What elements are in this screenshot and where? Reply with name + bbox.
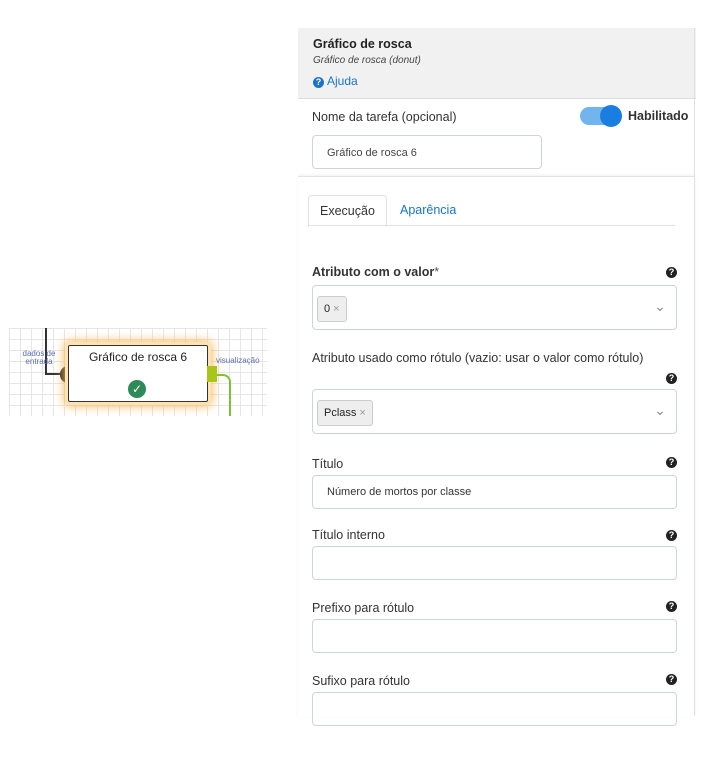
output-edge (217, 374, 231, 416)
label-attribute-select[interactable]: Pclass × ⌄ (312, 389, 677, 434)
tab-divider (308, 225, 675, 226)
task-name-input[interactable]: Gráfico de rosca 6 (312, 135, 542, 169)
title-input[interactable]: Número de mortos por classe (312, 475, 677, 509)
question-circle-icon[interactable]: ? (666, 457, 677, 468)
enabled-label: Habilitado (628, 109, 689, 123)
panel-header: Gráfico de rosca Gráfico de rosca (donut… (298, 28, 696, 99)
chevron-down-icon[interactable]: ⌄ (652, 402, 668, 418)
label-suffix-input[interactable] (312, 692, 677, 726)
check-circle-icon: ✓ (128, 380, 146, 398)
selected-chip: Pclass × (317, 400, 373, 426)
workflow-node[interactable]: Gráfico de rosca 6 ✓ (68, 345, 208, 402)
remove-chip-icon[interactable]: × (359, 407, 365, 419)
remove-chip-icon[interactable]: × (333, 303, 339, 315)
question-circle-icon[interactable]: ? (666, 674, 677, 685)
label-suffix-label: Sufixo para rótulo (312, 674, 410, 688)
question-circle-icon[interactable]: ? (666, 373, 677, 384)
help-link[interactable]: ? Ajuda (313, 74, 358, 88)
help-label: Ajuda (327, 74, 358, 88)
tab-execucao[interactable]: Execução (308, 195, 387, 227)
tab-aparencia[interactable]: Aparência (389, 195, 467, 225)
toggle-knob (600, 105, 622, 127)
label-prefix-input[interactable] (312, 619, 677, 653)
value-attribute-label: Atributo com o valor* (312, 265, 440, 279)
panel-title: Gráfico de rosca (313, 37, 412, 51)
selected-chip: 0 × (317, 296, 347, 322)
output-port[interactable] (207, 366, 217, 382)
inner-title-label: Título interno (312, 528, 385, 542)
chevron-down-icon[interactable]: ⌄ (652, 298, 668, 314)
output-port-label: visualização (216, 356, 260, 365)
label-attribute-label: Atributo usado como rótulo (vazio: usar … (312, 351, 644, 365)
panel-right-border (694, 28, 695, 716)
title-label: Título (312, 457, 344, 471)
panel-subtitle: Gráfico de rosca (donut) (313, 55, 421, 66)
question-circle-icon[interactable]: ? (666, 601, 677, 612)
question-circle-icon: ? (313, 77, 324, 88)
inner-title-input[interactable] (312, 546, 677, 580)
input-port-label: dados de entrada (22, 349, 56, 366)
label-prefix-label: Prefixo para rótulo (312, 601, 415, 615)
tabs-container: Execução Aparência Atributo com o valor*… (298, 176, 695, 726)
enabled-toggle[interactable] (580, 105, 622, 127)
properties-panel: Gráfico de rosca Gráfico de rosca (donut… (298, 28, 696, 726)
value-attribute-select[interactable]: 0 × ⌄ (312, 285, 677, 330)
question-circle-icon[interactable]: ? (666, 267, 677, 278)
question-circle-icon[interactable]: ? (666, 530, 677, 541)
task-name-label: Nome da tarefa (opcional) (312, 110, 457, 124)
node-title: Gráfico de rosca 6 (88, 350, 188, 364)
